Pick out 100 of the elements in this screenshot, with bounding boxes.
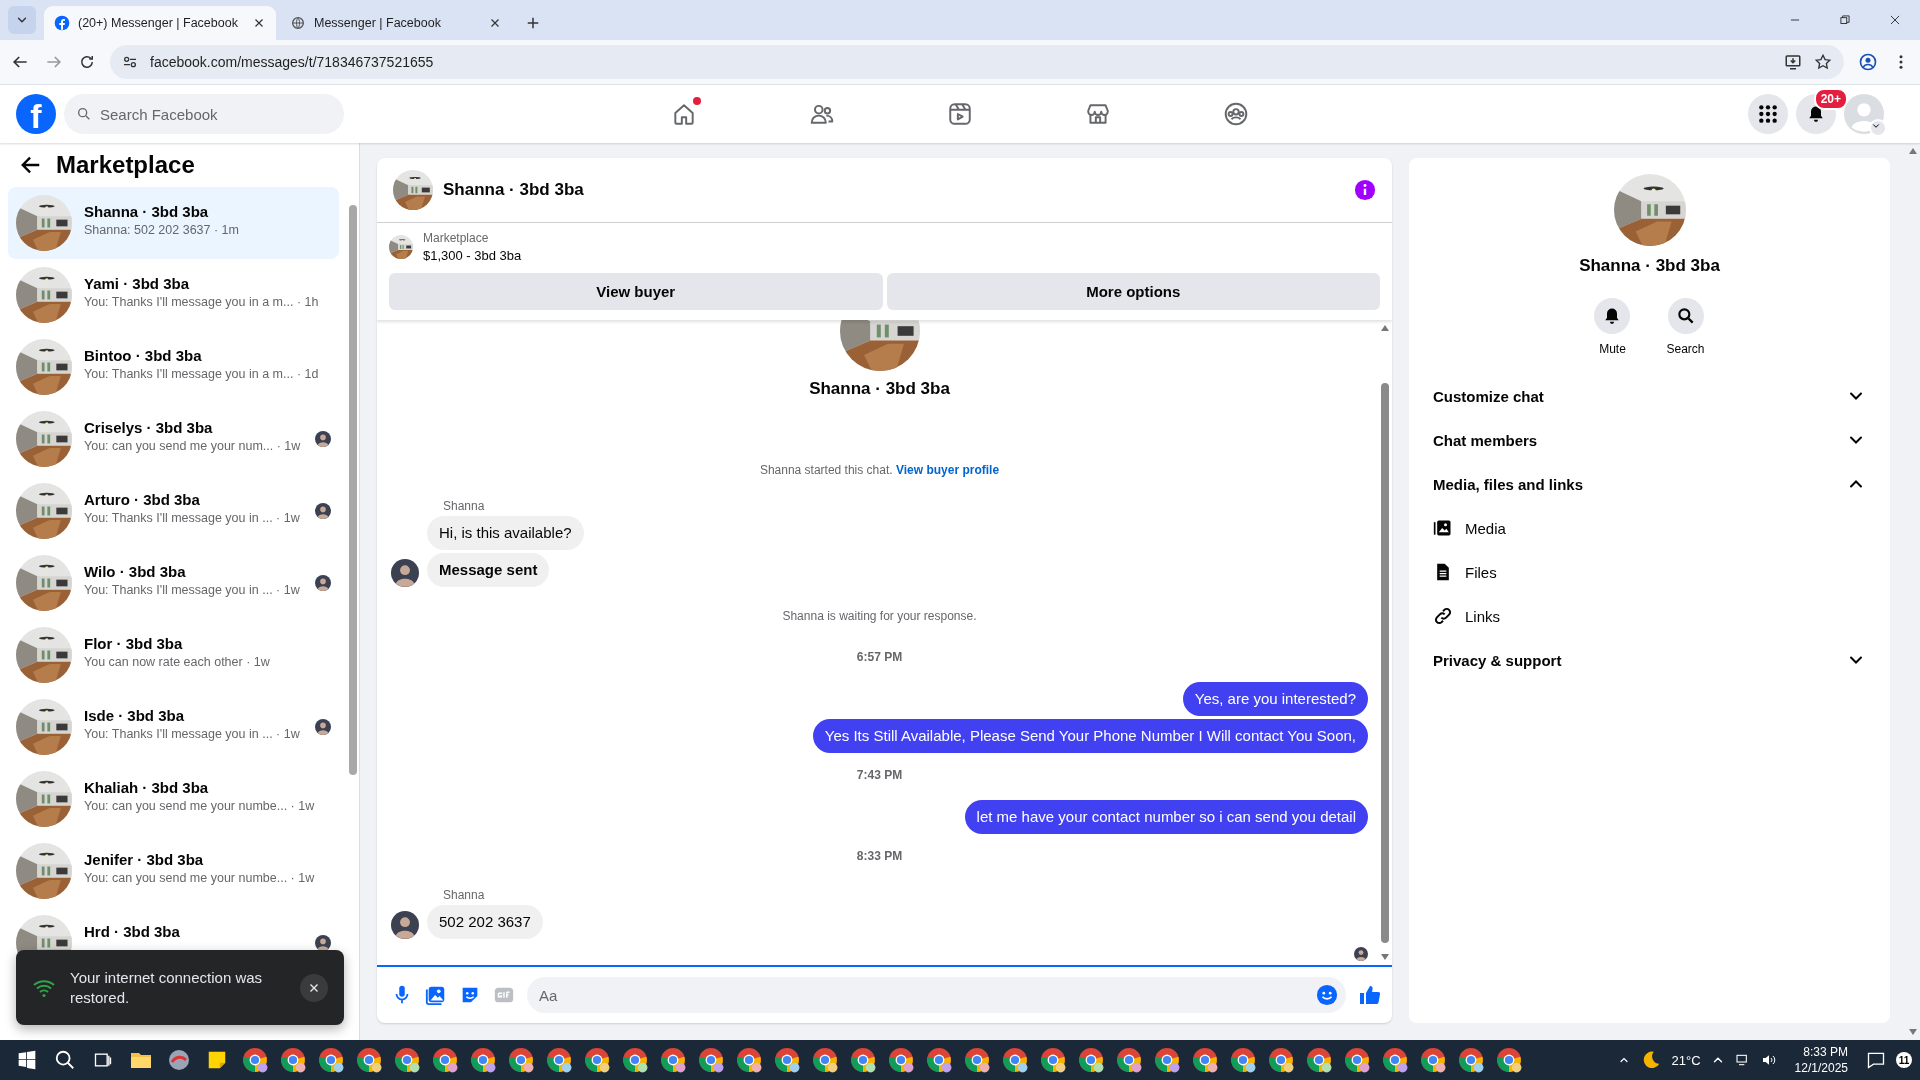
chrome-icon[interactable] [1458, 1047, 1484, 1073]
chrome-icon[interactable] [1420, 1047, 1446, 1073]
app-icon[interactable] [167, 1048, 191, 1072]
chrome-icon[interactable] [508, 1047, 534, 1073]
chrome-icon[interactable] [318, 1047, 344, 1073]
browser-tab[interactable]: (20+) Messenger | Facebook [44, 6, 276, 40]
sender-name: Shanna [443, 499, 485, 513]
chrome-icon[interactable] [622, 1047, 648, 1073]
close-icon[interactable] [1888, 13, 1902, 27]
section-header[interactable]: Chat members [1421, 418, 1878, 462]
conversation-item[interactable]: Khaliah · 3bd 3ba You: can you send me your numbe... · 1w [8, 763, 339, 835]
search-button[interactable] [1667, 298, 1704, 334]
avatar [391, 911, 419, 939]
chrome-icon[interactable] [1344, 1047, 1370, 1073]
restore-icon[interactable] [1838, 13, 1852, 27]
action-label: Search [1666, 342, 1705, 356]
chrome-icon[interactable] [432, 1047, 458, 1073]
notification-icon[interactable] [1866, 1050, 1886, 1070]
action-button[interactable]: View buyer [389, 273, 883, 310]
profile-icon[interactable] [1858, 52, 1878, 72]
menu-item[interactable]: Media [1421, 506, 1878, 550]
scroll-down-icon[interactable] [1381, 953, 1389, 961]
reload-icon[interactable] [78, 53, 96, 71]
chrome-icon[interactable] [394, 1047, 420, 1073]
conversation-item[interactable]: Shanna · 3bd 3ba Shanna: 502 202 3637 · 1m [8, 187, 339, 259]
search-field[interactable]: Search Facebook [64, 94, 344, 134]
chrome-icon[interactable] [1154, 1047, 1180, 1073]
emoji-icon[interactable] [1316, 984, 1338, 1006]
section-header[interactable]: Customize chat [1421, 374, 1878, 418]
star-icon[interactable] [1814, 53, 1832, 71]
chrome-icon[interactable] [660, 1047, 686, 1073]
chrome-icon[interactable] [1002, 1047, 1028, 1073]
scroll-up-icon[interactable] [1908, 147, 1917, 155]
chrome-icon[interactable] [1078, 1047, 1104, 1073]
chrome-icon[interactable] [774, 1047, 800, 1073]
chrome-icon[interactable] [850, 1047, 876, 1073]
info-icon[interactable] [1354, 179, 1376, 201]
chrome-icon[interactable] [736, 1047, 762, 1073]
section-header[interactable]: Media, files and links [1421, 462, 1878, 506]
nav-tab[interactable] [1085, 101, 1111, 127]
chrome-icon[interactable] [1040, 1047, 1066, 1073]
chrome-icon[interactable] [1382, 1047, 1408, 1073]
address-bar[interactable]: facebook.com/messages/t/718346737521655 [110, 45, 1844, 79]
chrome-icon[interactable] [546, 1047, 572, 1073]
conversation-item[interactable]: Wilo · 3bd 3ba You: Thanks I'll message you in ... · 1w [8, 547, 339, 619]
install-icon[interactable] [1784, 53, 1802, 71]
conversation-item[interactable]: Bintoo · 3bd 3ba You: Thanks I'll message you in a m... · 1d [8, 331, 339, 403]
like-icon[interactable] [1358, 983, 1382, 1007]
chrome-icon[interactable] [926, 1047, 952, 1073]
chrome-icon[interactable] [812, 1047, 838, 1073]
browser-tab[interactable]: Messenger | Facebook [280, 6, 512, 40]
section-header[interactable]: Privacy & support [1421, 638, 1878, 682]
conversation-item[interactable]: Criselys · 3bd 3ba You: can you send me your num... · 1w [8, 403, 339, 475]
chrome-icon[interactable] [698, 1047, 724, 1073]
chrome-icon[interactable] [584, 1047, 610, 1073]
scroll-down-icon[interactable] [1908, 1028, 1917, 1036]
windows-icon[interactable] [17, 1050, 37, 1070]
conversation-item[interactable]: Arturo · 3bd 3ba You: Thanks I'll message you in ... · 1w [8, 475, 339, 547]
listing-title[interactable]: $1,300 - 3bd 3ba [423, 248, 522, 263]
back-arrow-icon[interactable] [20, 154, 42, 176]
chrome-icon[interactable] [1268, 1047, 1294, 1073]
conversation-item[interactable]: Flor · 3bd 3ba You can now rate each other · 1w [8, 619, 339, 691]
chrome-icon[interactable] [1230, 1047, 1256, 1073]
menu-item[interactable]: Links [1421, 594, 1878, 638]
weather-text[interactable]: 21°C [1671, 1052, 1701, 1068]
chrome-icon[interactable] [1192, 1047, 1218, 1073]
photo-icon[interactable] [425, 984, 447, 1006]
chrome-icon[interactable] [356, 1047, 382, 1073]
chrome-icon[interactable] [1496, 1047, 1522, 1073]
menu-item[interactable]: Files [1421, 550, 1878, 594]
search-icon[interactable] [54, 1049, 76, 1071]
close-button[interactable] [300, 973, 328, 1002]
chrome-icon[interactable] [242, 1047, 268, 1073]
site-settings-icon[interactable] [122, 54, 138, 70]
mute-button[interactable] [1594, 298, 1631, 334]
chrome-icon[interactable] [280, 1047, 306, 1073]
scrollbar-thumb[interactable] [349, 205, 357, 775]
facebook-logo[interactable]: f [16, 94, 56, 134]
action-button[interactable]: More options [886, 273, 1380, 310]
notification-badge: 20+ [1813, 88, 1848, 110]
scroll-up-icon[interactable] [1381, 324, 1389, 332]
nav-tab[interactable] [947, 101, 973, 127]
clock[interactable]: 8:33 PM 12/1/2025 [1794, 1044, 1848, 1076]
view-profile-link[interactable]: View buyer profile [895, 463, 1000, 477]
chrome-icon[interactable] [888, 1047, 914, 1073]
scrollbar-thumb[interactable] [1381, 383, 1389, 943]
chrome-icon[interactable] [964, 1047, 990, 1073]
message-input[interactable]: Aa [527, 977, 1346, 1013]
notification-dot [693, 97, 701, 105]
chrome-icon[interactable] [1116, 1047, 1142, 1073]
conversation-item[interactable]: Jenifer · 3bd 3ba You: can you send me your numbe... · 1w [8, 835, 339, 907]
sticky-notes-icon[interactable] [206, 1049, 228, 1071]
menu-button[interactable] [1748, 94, 1788, 134]
nav-tab[interactable] [1223, 101, 1249, 127]
conversation-item[interactable]: Isde · 3bd 3ba You: Thanks I'll message you in ... · 1w [8, 691, 339, 763]
conversation-item[interactable]: Yami · 3bd 3ba You: Thanks I'll message you in a m... · 1h [8, 259, 339, 331]
chrome-icon[interactable] [1306, 1047, 1332, 1073]
seen-avatar [315, 575, 331, 591]
chrome-icon[interactable] [470, 1047, 496, 1073]
conversation-name: Criselys · 3bd 3ba [84, 419, 214, 436]
